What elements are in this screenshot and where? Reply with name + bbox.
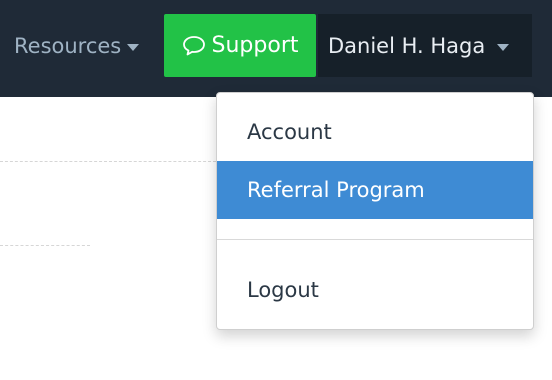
divider-dashed: [0, 245, 90, 246]
menu-item-referral-program[interactable]: Referral Program: [217, 161, 533, 219]
user-menu-toggle[interactable]: Daniel H. Haga: [318, 14, 532, 77]
support-button[interactable]: Support: [164, 14, 316, 77]
divider-dashed: [0, 161, 216, 162]
resources-menu-toggle[interactable]: Resources: [14, 30, 140, 62]
menu-item-label: Account: [247, 120, 332, 144]
support-label: Support: [211, 33, 299, 58]
user-name: Daniel H. Haga: [328, 33, 486, 58]
resources-label: Resources: [14, 34, 122, 58]
menu-divider: [217, 239, 533, 240]
menu-item-logout[interactable]: Logout: [217, 261, 533, 319]
caret-down-icon: [127, 44, 140, 51]
speech-bubble-icon: [182, 35, 205, 55]
menu-item-label: Referral Program: [247, 178, 425, 202]
caret-down-icon: [497, 43, 510, 51]
menu-item-account[interactable]: Account: [217, 103, 533, 161]
user-dropdown-menu: Account Referral Program Logout: [216, 92, 534, 330]
menu-item-label: Logout: [247, 278, 319, 302]
top-navbar: Resources Support Daniel H. Haga: [0, 0, 552, 97]
